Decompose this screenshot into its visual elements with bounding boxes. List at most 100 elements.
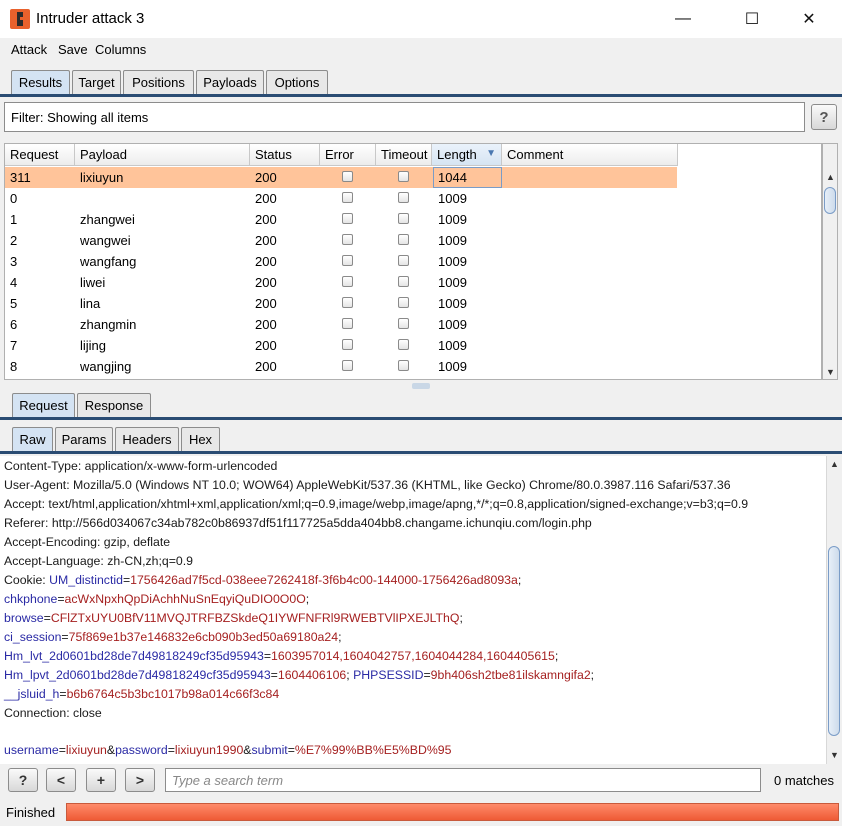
- cookie-value: acWxNpxhQpDiAchhNuSnEqyiQuDIO0O0O: [64, 592, 306, 606]
- column-error[interactable]: Error: [320, 144, 376, 166]
- tab-payloads[interactable]: Payloads: [196, 70, 264, 94]
- tab-headers[interactable]: Headers: [115, 427, 179, 451]
- table-row[interactable]: 6 zhangmin 200 1009: [5, 314, 677, 335]
- results-scrollbar[interactable]: ▲ ▼: [822, 143, 838, 380]
- tab-options[interactable]: Options: [266, 70, 328, 94]
- error-checkbox[interactable]: [342, 297, 353, 308]
- tab-results[interactable]: Results: [11, 70, 70, 94]
- request-scrollbar[interactable]: ▲ ▼: [826, 456, 842, 764]
- error-checkbox[interactable]: [342, 276, 353, 287]
- cell-status: 200: [255, 254, 277, 269]
- error-checkbox[interactable]: [342, 318, 353, 329]
- timeout-checkbox[interactable]: [398, 276, 409, 287]
- timeout-checkbox[interactable]: [398, 318, 409, 329]
- timeout-checkbox[interactable]: [398, 234, 409, 245]
- cookie-line: ci_session=75f869e1b37e146832e6cb090b3ed…: [4, 630, 342, 644]
- cell-status: 200: [255, 170, 277, 185]
- timeout-checkbox[interactable]: [398, 339, 409, 350]
- cell-status: 200: [255, 338, 277, 353]
- tab-params[interactable]: Params: [55, 427, 113, 451]
- status-text: Finished: [6, 805, 56, 820]
- table-row[interactable]: 8 wangjing 200 1009: [5, 356, 677, 377]
- search-next-button[interactable]: >: [125, 768, 155, 792]
- error-checkbox[interactable]: [342, 360, 353, 371]
- error-checkbox[interactable]: [342, 171, 353, 182]
- table-row[interactable]: 1 zhangwei 200 1009: [5, 209, 677, 230]
- header-content-type: Content-Type: application/x-www-form-url…: [4, 459, 278, 473]
- table-row[interactable]: 7 lijing 200 1009: [5, 335, 677, 356]
- cell-payload: wangfang: [80, 254, 137, 269]
- filter-bar[interactable]: Filter: Showing all items: [4, 102, 805, 132]
- minimize-button[interactable]: —: [660, 0, 706, 38]
- timeout-checkbox[interactable]: [398, 192, 409, 203]
- tab-raw[interactable]: Raw: [12, 427, 53, 451]
- cookie-name: UM_distinctid: [49, 573, 123, 587]
- table-row[interactable]: 0 200 1009: [5, 188, 677, 209]
- results-table: Request Payload Status Error Timeout Len…: [4, 143, 822, 380]
- column-payload[interactable]: Payload: [75, 144, 250, 166]
- search-previous-button[interactable]: <: [46, 768, 76, 792]
- cell-request: 1: [10, 212, 18, 227]
- cell-status: 200: [255, 212, 277, 227]
- cell-length: 1009: [438, 254, 467, 269]
- table-row[interactable]: 2 wangwei 200 1009: [5, 230, 677, 251]
- timeout-checkbox[interactable]: [398, 171, 409, 182]
- error-checkbox[interactable]: [342, 192, 353, 203]
- header-accept-encoding: Accept-Encoding: gzip, deflate: [4, 535, 171, 549]
- column-comment[interactable]: Comment: [502, 144, 678, 166]
- scroll-down-arrow-icon[interactable]: ▼: [827, 747, 842, 763]
- scroll-up-arrow-icon[interactable]: ▲: [823, 169, 838, 185]
- cookie-separator: ;: [517, 573, 522, 587]
- error-checkbox[interactable]: [342, 213, 353, 224]
- table-row[interactable]: 3 wangfang 200 1009: [5, 251, 677, 272]
- search-add-button[interactable]: +: [86, 768, 116, 792]
- timeout-checkbox[interactable]: [398, 213, 409, 224]
- cookie-value: 1604406106: [277, 668, 347, 682]
- close-button[interactable]: ✕: [786, 0, 832, 38]
- search-input[interactable]: [165, 768, 761, 792]
- error-checkbox[interactable]: [342, 339, 353, 350]
- menu-columns[interactable]: Columns: [95, 42, 146, 57]
- menu-save[interactable]: Save: [58, 42, 88, 57]
- error-checkbox[interactable]: [342, 255, 353, 266]
- cookie-name: Hm_lpvt_2d0601bd28de7d49818249cf35d95943: [4, 668, 271, 682]
- cell-status: 200: [255, 296, 277, 311]
- help-button[interactable]: ?: [811, 104, 837, 130]
- timeout-checkbox[interactable]: [398, 297, 409, 308]
- cell-length: 1009: [438, 275, 467, 290]
- column-length[interactable]: Length ▼: [432, 144, 502, 166]
- cookie-name: browse: [4, 611, 44, 625]
- table-row[interactable]: 4 liwei 200 1009: [5, 272, 677, 293]
- sort-descending-icon: ▼: [486, 148, 496, 159]
- results-scroll-thumb[interactable]: [824, 187, 836, 214]
- tab-positions[interactable]: Positions: [123, 70, 194, 94]
- tab-response[interactable]: Response: [77, 393, 151, 417]
- tab-target[interactable]: Target: [72, 70, 121, 94]
- cell-payload: zhangwei: [80, 212, 135, 227]
- column-request[interactable]: Request: [5, 144, 75, 166]
- tab-request[interactable]: Request: [12, 393, 75, 417]
- maximize-button[interactable]: ☐: [729, 0, 775, 38]
- menu-attack[interactable]: Attack: [11, 42, 47, 57]
- split-pane-handle[interactable]: [412, 383, 430, 389]
- request-scroll-thumb[interactable]: [828, 546, 840, 736]
- cell-request: 4: [10, 275, 18, 290]
- timeout-checkbox[interactable]: [398, 360, 409, 371]
- table-row[interactable]: 5 lina 200 1009: [5, 293, 677, 314]
- timeout-checkbox[interactable]: [398, 255, 409, 266]
- cookie-name: Hm_lvt_2d0601bd28de7d49818249cf35d95943: [4, 649, 264, 663]
- table-row[interactable]: 311 lixiuyun 200 1044: [5, 167, 677, 188]
- message-tab-divider: [0, 417, 842, 420]
- cell-payload: zhangmin: [80, 317, 137, 332]
- search-help-button[interactable]: ?: [8, 768, 38, 792]
- cell-request: 3: [10, 254, 18, 269]
- error-checkbox[interactable]: [342, 234, 353, 245]
- tab-hex[interactable]: Hex: [181, 427, 220, 451]
- scroll-up-arrow-icon[interactable]: ▲: [827, 456, 842, 472]
- request-editor[interactable]: Content-Type: application/x-www-form-url…: [0, 456, 826, 764]
- window-title: Intruder attack 3: [36, 10, 145, 27]
- scroll-down-arrow-icon[interactable]: ▼: [823, 364, 838, 380]
- column-timeout[interactable]: Timeout: [376, 144, 432, 166]
- column-status[interactable]: Status: [250, 144, 320, 166]
- cookie-separator: ;: [590, 668, 595, 682]
